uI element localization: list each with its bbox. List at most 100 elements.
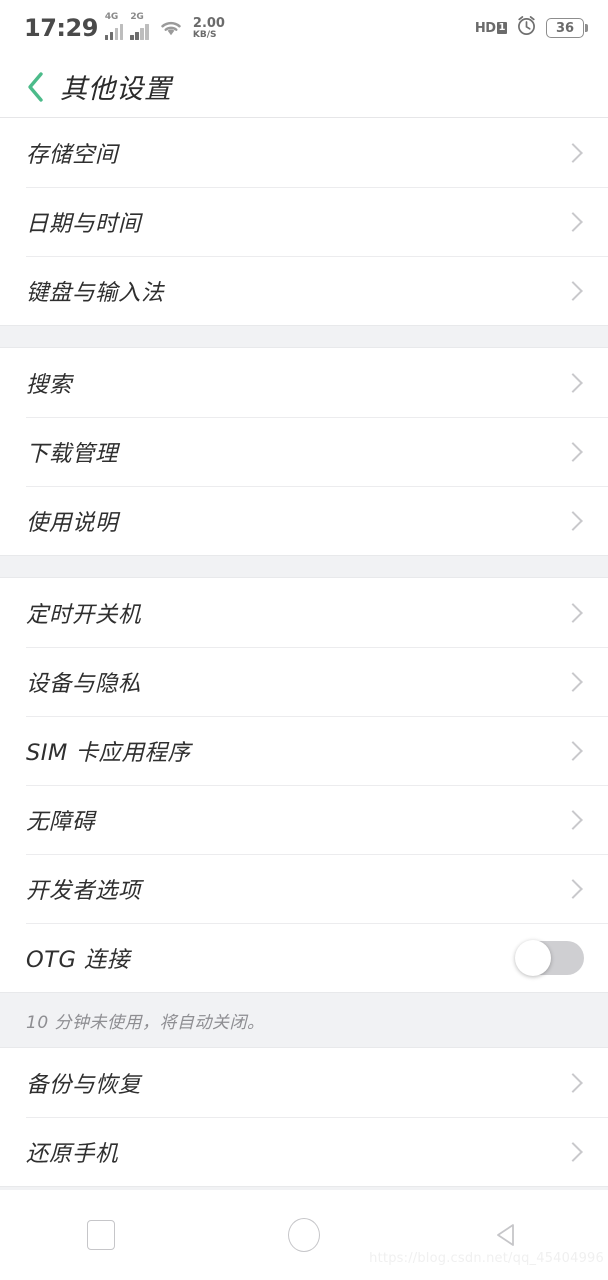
list-item-scheduled-power[interactable]: 定时开关机 <box>0 578 608 647</box>
chevron-right-icon <box>563 671 583 692</box>
list-item-search[interactable]: 搜索 <box>0 348 608 417</box>
phone-screen: 17:29 4G 2G 2.00 KB/S HD 1 36 其他设置 存储空间 … <box>0 0 608 1280</box>
list-item-label: 搜索 <box>26 371 73 398</box>
settings-list[interactable]: 存储空间 日期与时间 键盘与输入法 搜索 下载管理 使用说明 定时开关机 设备与… <box>0 117 608 1190</box>
list-item-accessory <box>563 280 584 301</box>
volte-label: HD <box>474 20 496 36</box>
signal-indicator-1: 4G <box>104 12 124 40</box>
otg-hint-text: 10 分钟未使用，将自动关闭。 <box>26 1012 265 1033</box>
group-separator <box>0 555 608 578</box>
list-item-accessory <box>563 142 584 163</box>
list-item-device-privacy[interactable]: 设备与隐私 <box>0 647 608 716</box>
chevron-right-icon <box>563 280 583 301</box>
list-item-accessory <box>563 1141 584 1162</box>
list-item-accessory <box>563 809 584 830</box>
back-chevron-icon <box>28 71 43 102</box>
list-item-storage[interactable]: 存储空间 <box>0 118 608 187</box>
alarm-clock-icon <box>516 15 537 41</box>
app-bar: 其他设置 <box>0 56 608 117</box>
chevron-right-icon <box>563 878 583 899</box>
list-item-otg-connection[interactable]: OTG 连接 <box>0 923 608 992</box>
chevron-right-icon <box>563 740 583 761</box>
chevron-right-icon <box>563 510 583 531</box>
list-item-sim-toolkit[interactable]: SIM 卡应用程序 <box>0 716 608 785</box>
list-item-label: 设备与隐私 <box>26 670 142 697</box>
list-item-accessory <box>563 602 584 623</box>
list-item-keyboard-input[interactable]: 键盘与输入法 <box>0 256 608 325</box>
list-item-date-time[interactable]: 日期与时间 <box>0 187 608 256</box>
list-item-factory-reset[interactable]: 还原手机 <box>0 1117 608 1186</box>
chevron-right-icon <box>563 372 583 393</box>
signal-bar <box>114 28 119 40</box>
signal-bar <box>109 32 114 40</box>
signal-bar <box>119 24 124 40</box>
signal-bar <box>145 24 149 40</box>
list-item-label: 开发者选项 <box>26 877 142 904</box>
list-item-accessory <box>563 211 584 232</box>
list-item-accessory <box>563 510 584 531</box>
list-item-download-manager[interactable]: 下载管理 <box>0 417 608 486</box>
settings-group-1: 存储空间 日期与时间 键盘与输入法 <box>0 118 608 325</box>
list-item-label: 无障碍 <box>26 808 96 835</box>
battery-nub <box>585 24 588 32</box>
signal-bars-2 <box>130 20 149 40</box>
list-item-label: OTG 连接 <box>26 946 131 973</box>
chevron-right-icon <box>563 441 583 462</box>
settings-group-2: 搜索 下载管理 使用说明 <box>0 348 608 555</box>
signal-bars-1 <box>104 20 124 40</box>
settings-group-4: 备份与恢复 还原手机 <box>0 1048 608 1186</box>
volte-hd-icon: HD 1 <box>475 21 507 36</box>
list-item-label: SIM 卡应用程序 <box>26 739 191 766</box>
settings-group-3: 定时开关机 设备与隐私 SIM 卡应用程序 无障碍 开发者选项 OTG 连接 <box>0 578 608 992</box>
status-bar: 17:29 4G 2G 2.00 KB/S HD 1 36 <box>0 0 608 56</box>
battery-shell: 36 <box>546 18 584 38</box>
battery-icon: 36 <box>546 18 588 38</box>
back-nav-button[interactable] <box>467 1205 547 1265</box>
square-recents-icon <box>87 1220 116 1250</box>
list-item-accessory <box>563 1072 584 1093</box>
list-item-accessory <box>563 878 584 899</box>
volte-badge: 1 <box>496 22 507 34</box>
page-title: 其他设置 <box>60 74 172 105</box>
circle-home-icon <box>287 1218 320 1252</box>
list-item-label: 键盘与输入法 <box>26 279 165 306</box>
status-clock: 17:29 <box>24 14 98 42</box>
otg-toggle-switch[interactable] <box>515 939 584 976</box>
list-item-label: 存储空间 <box>26 141 119 168</box>
group-separator <box>0 325 608 348</box>
signal-indicator-2: 2G <box>130 12 149 40</box>
list-item-accessibility[interactable]: 无障碍 <box>0 785 608 854</box>
chevron-right-icon <box>563 1072 583 1093</box>
signal-bar <box>130 35 134 40</box>
triangle-back-icon <box>496 1224 514 1246</box>
list-item-backup-restore[interactable]: 备份与恢复 <box>0 1048 608 1117</box>
home-button[interactable] <box>264 1205 344 1265</box>
otg-hint-band: 10 分钟未使用，将自动关闭。 <box>0 992 608 1048</box>
toggle-knob <box>515 939 551 976</box>
network-speed-unit: KB/S <box>192 29 217 40</box>
navigation-bar: https://blog.csdn.net/qq_45404996 <box>0 1190 608 1280</box>
list-item-accessory <box>563 740 584 761</box>
list-item-label: 还原手机 <box>26 1140 119 1167</box>
chevron-right-icon <box>563 1141 583 1162</box>
signal-bar <box>104 35 109 40</box>
list-item-label: 备份与恢复 <box>26 1071 142 1098</box>
network-speed-value: 2.00 <box>192 15 225 31</box>
list-item-user-manual[interactable]: 使用说明 <box>0 486 608 555</box>
wifi-icon <box>158 18 184 38</box>
recents-button[interactable] <box>61 1205 141 1265</box>
list-item-accessory <box>563 372 584 393</box>
list-item-label: 定时开关机 <box>26 601 142 628</box>
back-button[interactable] <box>18 68 52 106</box>
chevron-right-icon <box>563 211 583 232</box>
list-item-label: 使用说明 <box>26 509 119 536</box>
signal-bar <box>135 32 139 40</box>
list-item-accessory <box>563 671 584 692</box>
chevron-right-icon <box>563 602 583 623</box>
list-item-accessory <box>515 939 584 976</box>
network-speed: 2.00 KB/S <box>193 17 225 40</box>
signal-bar <box>140 28 144 40</box>
chevron-right-icon <box>563 142 583 163</box>
list-item-developer-options[interactable]: 开发者选项 <box>0 854 608 923</box>
status-bar-left: 17:29 4G 2G 2.00 KB/S <box>24 12 225 42</box>
